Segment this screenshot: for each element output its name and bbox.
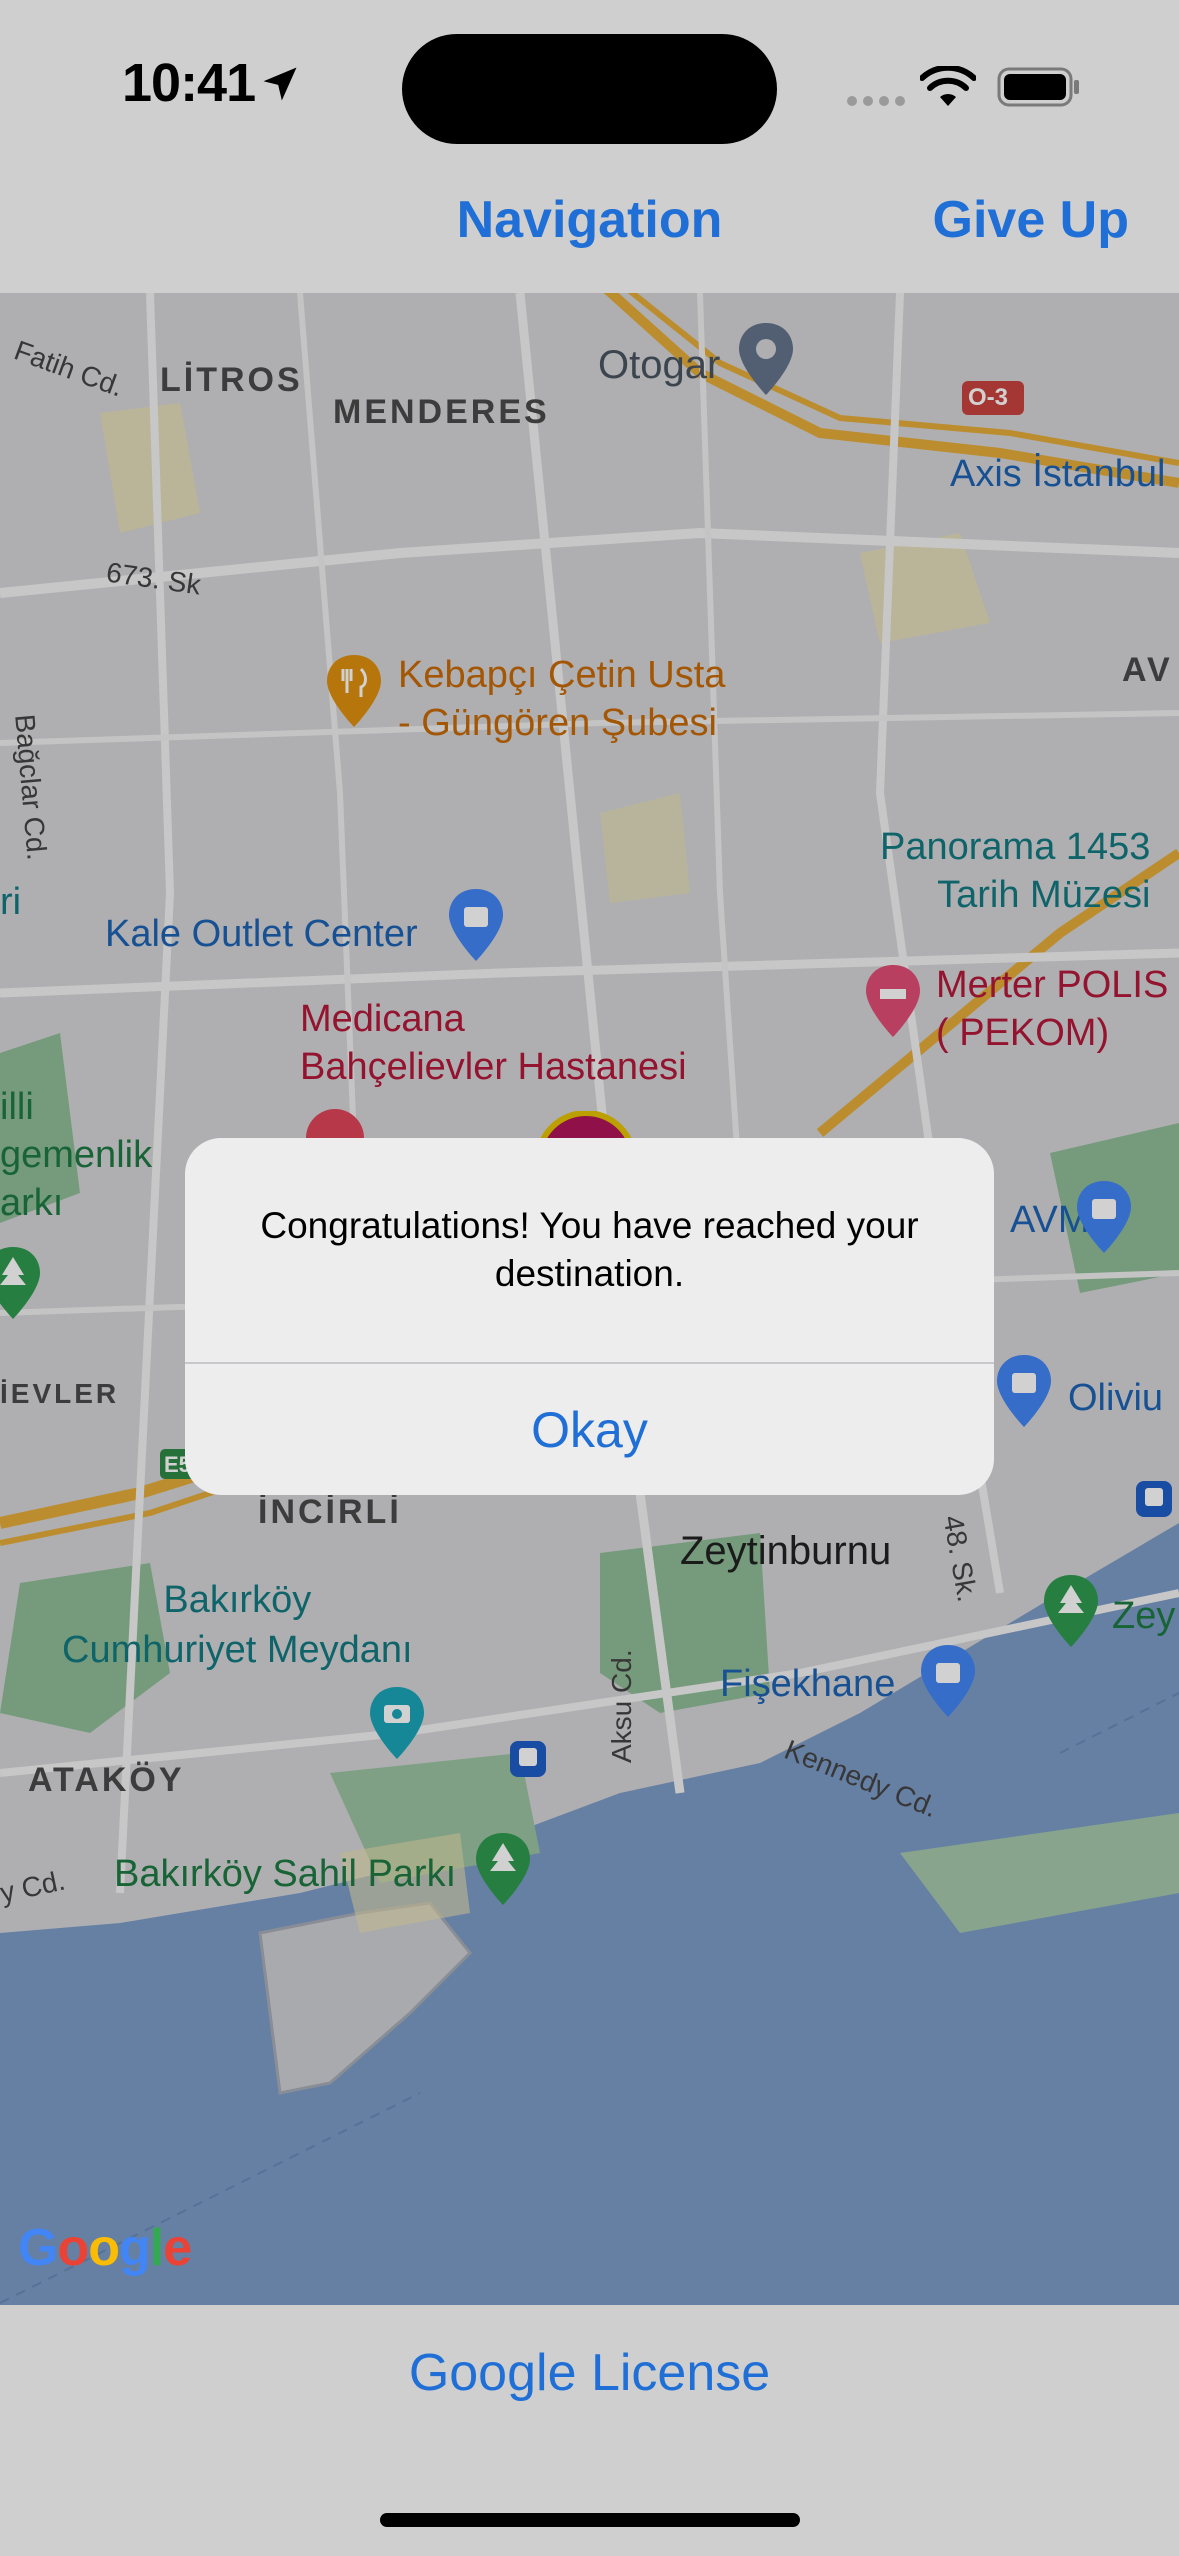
alert-message: Congratulations! You have reached your d… [260,1205,919,1294]
status-time: 10:41 [122,53,256,113]
okay-button[interactable]: Okay [185,1364,994,1495]
wifi-icon [920,66,976,106]
battery-icon [997,67,1079,107]
home-indicator[interactable] [380,2513,800,2527]
dynamic-island [402,34,777,144]
give-up-button[interactable]: Give Up [933,190,1130,250]
status-bar: 10:41 [0,0,1179,170]
location-arrow-icon [263,67,297,101]
alert-dialog: Congratulations! You have reached your d… [185,1138,994,1495]
cellular-signal-icon [847,96,905,106]
google-logo: Google [18,2219,192,2277]
google-license-link[interactable]: Google License [0,2343,1179,2403]
